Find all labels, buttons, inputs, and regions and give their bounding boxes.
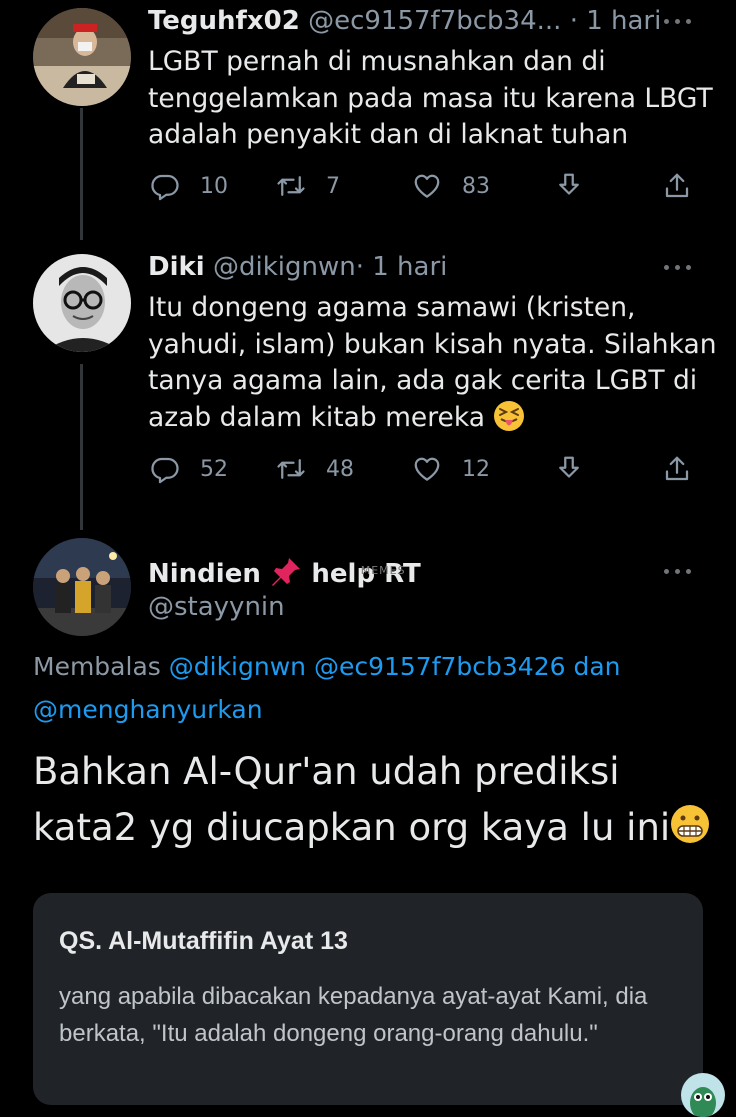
display-name[interactable]: Teguhfx02 bbox=[148, 6, 300, 36]
action-bar: 10 7 83 bbox=[150, 169, 696, 203]
avatar-photo-nindien bbox=[33, 538, 131, 636]
retweet-icon bbox=[277, 176, 305, 196]
like-count: 12 bbox=[462, 456, 490, 482]
mention-link[interactable]: @dikignwn bbox=[169, 652, 306, 681]
tweet-text-body: Itu dongeng agama samawi (kristen, yahud… bbox=[148, 292, 717, 433]
main-tweet-text-body: Bahkan Al-Qur'an udah prediksi kata2 yg … bbox=[33, 750, 671, 849]
reply-button[interactable]: 52 bbox=[150, 452, 228, 486]
reply-context: Membalas @dikignwn @ec9157f7bcb3426 dan … bbox=[33, 645, 713, 731]
retweet-count: 7 bbox=[326, 173, 340, 199]
timestamp[interactable]: 1 hari bbox=[586, 6, 661, 36]
avatar[interactable] bbox=[33, 8, 131, 106]
like-count: 83 bbox=[462, 173, 490, 199]
quote-body: yang apabila dibacakan kepadanya ayat-ay… bbox=[59, 983, 648, 1047]
more-options-icon[interactable] bbox=[664, 16, 692, 26]
reply-button[interactable]: 10 bbox=[150, 169, 228, 203]
download-button[interactable] bbox=[554, 452, 584, 486]
retweet-button[interactable]: 48 bbox=[276, 452, 354, 486]
tweet-text: Itu dongeng agama samawi (kristen, yahud… bbox=[148, 290, 718, 436]
tweet-header: Diki @dikignwn· 1 hari bbox=[148, 251, 447, 283]
heart-icon bbox=[414, 174, 440, 198]
retweet-icon bbox=[277, 459, 305, 479]
like-button[interactable]: 83 bbox=[412, 169, 490, 203]
reply-icon bbox=[151, 174, 179, 201]
download-icon bbox=[559, 173, 579, 195]
thread-line bbox=[80, 364, 83, 530]
reply-count: 52 bbox=[200, 456, 228, 482]
share-button[interactable] bbox=[662, 169, 692, 203]
share-icon bbox=[665, 456, 689, 481]
creature-icon bbox=[690, 1087, 716, 1117]
more-options-icon[interactable] bbox=[664, 262, 692, 272]
like-button[interactable]: 12 bbox=[412, 452, 490, 486]
action-bar: 52 48 12 bbox=[150, 452, 696, 486]
download-icon bbox=[559, 456, 579, 478]
avatar[interactable] bbox=[33, 538, 131, 636]
mention-link[interactable]: @ec9157f7bcb3426 bbox=[314, 652, 566, 681]
watermark: MEMES bbox=[360, 564, 406, 577]
download-button[interactable] bbox=[554, 169, 584, 203]
squinting-tongue-emoji-icon bbox=[494, 400, 525, 431]
avatar[interactable] bbox=[33, 254, 131, 352]
heart-icon bbox=[414, 457, 440, 481]
display-name[interactable]: Nindien bbox=[148, 559, 261, 589]
sticker-logo-icon bbox=[681, 1073, 725, 1117]
handle-row: @stayynin bbox=[148, 591, 285, 623]
main-tweet-text: Bahkan Al-Qur'an udah prediksi kata2 yg … bbox=[33, 744, 723, 856]
separator-dot: · bbox=[569, 6, 578, 36]
share-icon bbox=[665, 173, 689, 198]
separator-dot: · bbox=[355, 252, 364, 282]
grimacing-emoji-icon bbox=[671, 805, 710, 843]
tweet-text: LGBT pernah di musnahkan dan di tenggela… bbox=[148, 46, 713, 150]
timestamp[interactable]: 1 hari bbox=[372, 252, 447, 282]
avatar-photo-teguh bbox=[33, 8, 131, 106]
reply-icon bbox=[151, 457, 179, 484]
more-options-icon[interactable] bbox=[664, 566, 692, 576]
user-handle[interactable]: @ec9157f7bcb34... bbox=[308, 6, 561, 36]
reply-prefix: Membalas bbox=[33, 652, 161, 681]
thread-line bbox=[80, 108, 83, 240]
tweet-header: Nindien help RTMEMES bbox=[148, 555, 421, 590]
user-handle[interactable]: @dikignwn bbox=[213, 252, 356, 282]
reply-and: dan bbox=[573, 652, 621, 681]
display-name[interactable]: Diki bbox=[148, 252, 205, 282]
reply-count: 10 bbox=[200, 173, 228, 199]
retweet-button[interactable]: 7 bbox=[276, 169, 340, 203]
user-handle[interactable]: @stayynin bbox=[148, 592, 285, 622]
pushpin-icon bbox=[272, 558, 301, 586]
avatar-photo-diki bbox=[33, 254, 131, 352]
mention-link[interactable]: @menghanyurkan bbox=[33, 695, 263, 724]
quote-title: QS. Al-Mutaffifin Ayat 13 bbox=[59, 927, 348, 955]
quote-card[interactable]: QS. Al-Mutaffifin Ayat 13 yang apabila d… bbox=[33, 893, 703, 1105]
tweet-header: Teguhfx02 @ec9157f7bcb34... · 1 hari bbox=[148, 5, 661, 37]
retweet-count: 48 bbox=[326, 456, 354, 482]
share-button[interactable] bbox=[662, 452, 692, 486]
